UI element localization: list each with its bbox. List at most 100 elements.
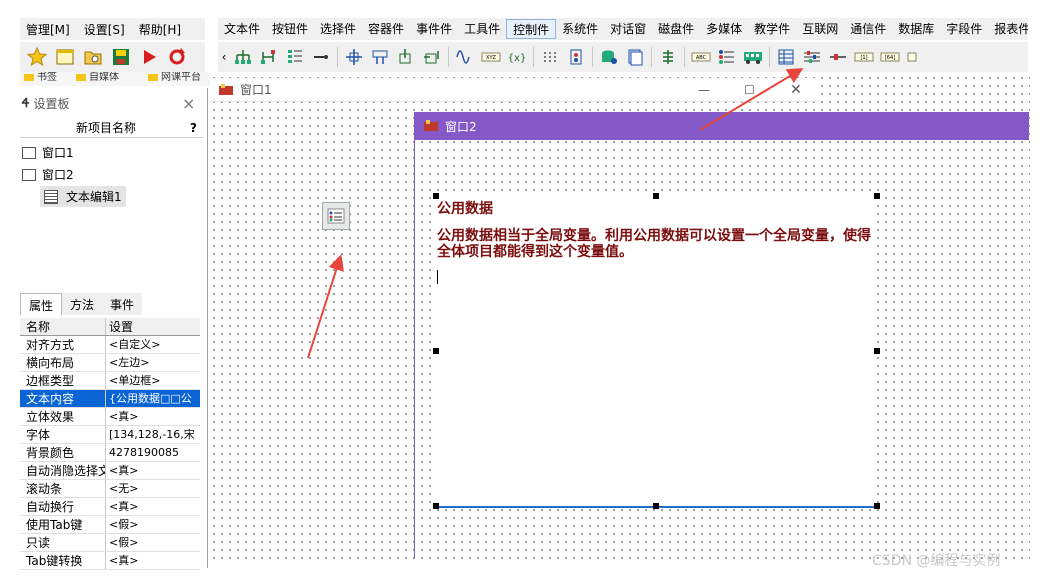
slider-set-icon[interactable] xyxy=(799,45,825,69)
node-loop-icon[interactable] xyxy=(419,45,445,69)
tree-icon[interactable] xyxy=(655,45,681,69)
menu-item[interactable]: 对话窗 xyxy=(604,19,652,39)
cross-node-icon[interactable] xyxy=(341,45,367,69)
property-row[interactable]: 使用Tab键 <假> xyxy=(20,516,200,534)
wave-icon[interactable] xyxy=(452,45,478,69)
property-value[interactable]: <真> xyxy=(106,462,200,479)
property-value[interactable]: [134,128,-16,宋 xyxy=(106,426,200,443)
register-icon[interactable] xyxy=(563,45,589,69)
node-down-icon[interactable] xyxy=(393,45,419,69)
resize-handle[interactable] xyxy=(433,193,439,199)
xyz-icon[interactable]: XYZ xyxy=(478,45,504,69)
abc-field-icon[interactable]: ABC xyxy=(688,45,714,69)
bookmark-item[interactable]: 网课平台 xyxy=(148,72,201,83)
resize-handle[interactable] xyxy=(653,503,659,509)
document-stack-icon[interactable] xyxy=(622,45,648,69)
menu-item[interactable]: 互联网 xyxy=(796,19,844,39)
tab-events[interactable]: 事件 xyxy=(102,293,143,315)
resize-handle[interactable] xyxy=(874,503,880,509)
menu-item[interactable]: 数据库 xyxy=(892,19,940,39)
hierarchy-icon[interactable] xyxy=(230,45,256,69)
menu-item[interactable]: 通信件 xyxy=(844,19,892,39)
number-field-icon[interactable]: [64] xyxy=(877,45,903,69)
property-value[interactable]: <自定义> xyxy=(106,336,200,353)
property-row[interactable]: 只读 <假> xyxy=(20,534,200,552)
property-value[interactable]: <单边框> xyxy=(106,372,200,389)
property-row[interactable]: 边框类型 <单边框> xyxy=(20,372,200,390)
list-icon[interactable] xyxy=(282,45,308,69)
window-icon[interactable] xyxy=(54,46,76,68)
split-node-icon[interactable] xyxy=(367,45,393,69)
tab-methods[interactable]: 方法 xyxy=(62,293,103,315)
table-icon[interactable] xyxy=(773,45,799,69)
minimize-icon[interactable]: — xyxy=(698,83,710,97)
more-icon[interactable] xyxy=(903,45,929,69)
bus-icon[interactable] xyxy=(740,45,766,69)
menu-item[interactable]: 多媒体 xyxy=(700,19,748,39)
run-icon[interactable] xyxy=(138,46,160,68)
property-value[interactable]: <真> xyxy=(106,552,200,569)
tree-item-window2[interactable]: 窗口2 xyxy=(22,166,74,183)
menu-help[interactable]: 帮助[H] xyxy=(139,21,181,38)
bookmark-item[interactable]: 自媒体 xyxy=(76,72,119,83)
property-row[interactable]: 滚动条 <无> xyxy=(20,480,200,498)
property-row[interactable]: Tab键转换 <真> xyxy=(20,552,200,570)
text-editor[interactable]: 公用数据 公用数据相当于全局变量。利用公用数据可以设置一个全局变量，使得全体项目… xyxy=(435,196,877,508)
tree-item-text-edit[interactable]: 文本编辑1 xyxy=(40,186,126,207)
menu-settings[interactable]: 设置[S] xyxy=(84,21,125,38)
property-row[interactable]: 背景颜色 4278190085 xyxy=(20,444,200,462)
window2-titlebar[interactable]: 窗口2 xyxy=(415,112,1029,140)
window2[interactable]: 窗口2 公用数据 公用数据相当于全局变量。利用公用数据可以设置一个全局变量，使得… xyxy=(414,112,1029,558)
resize-handle[interactable] xyxy=(433,348,439,354)
help-icon[interactable]: ? xyxy=(190,121,197,135)
close-icon[interactable]: ✕ xyxy=(790,82,802,98)
property-row[interactable]: 自动消隐选择文 <真> xyxy=(20,462,200,480)
tab-properties[interactable]: 属性 xyxy=(20,293,63,315)
property-value[interactable]: 4278190085 xyxy=(106,444,200,461)
key-icon[interactable] xyxy=(308,45,334,69)
property-row[interactable]: 对齐方式 <自定义> xyxy=(20,336,200,354)
property-value[interactable]: <真> xyxy=(106,498,200,515)
tree-item-window1[interactable]: 窗口1 xyxy=(22,144,74,161)
menu-item[interactable]: 容器件 xyxy=(362,19,410,39)
public-data-icon[interactable] xyxy=(714,45,740,69)
property-row[interactable]: 字体 [134,128,-16,宋 xyxy=(20,426,200,444)
property-row[interactable]: 自动换行 <真> xyxy=(20,498,200,516)
property-value[interactable]: <左边> xyxy=(106,354,200,371)
star-icon[interactable] xyxy=(26,46,48,68)
public-data-component-icon[interactable] xyxy=(322,202,350,230)
property-row[interactable]: 横向布局 <左边> xyxy=(20,354,200,372)
counter-icon[interactable]: [1] xyxy=(851,45,877,69)
menu-item[interactable]: 字段件 xyxy=(940,19,988,39)
variable-braces-icon[interactable]: {x} xyxy=(504,45,530,69)
property-value[interactable]: <假> xyxy=(106,516,200,533)
property-row[interactable]: 文本内容 {公用数据□□公 xyxy=(20,390,200,408)
property-row[interactable]: 立体效果 <真> xyxy=(20,408,200,426)
property-value[interactable]: <无> xyxy=(106,480,200,497)
menu-item[interactable]: 选择件 xyxy=(314,19,362,39)
menu-item[interactable]: 工具件 xyxy=(458,19,506,39)
property-value[interactable]: <假> xyxy=(106,534,200,551)
database-icon[interactable] xyxy=(596,45,622,69)
menu-item[interactable]: 控制件 xyxy=(506,19,557,39)
resize-handle[interactable] xyxy=(874,193,880,199)
refresh-icon[interactable] xyxy=(166,46,188,68)
menu-item[interactable]: 报表件 xyxy=(988,19,1028,39)
property-value[interactable]: <真> xyxy=(106,408,200,425)
menu-item[interactable]: 文本件 xyxy=(218,19,266,39)
close-icon[interactable]: × xyxy=(182,94,195,113)
scroll-left-icon[interactable]: ‹ xyxy=(218,45,230,69)
maximize-icon[interactable]: ☐ xyxy=(744,83,755,97)
property-value[interactable]: {公用数据□□公 xyxy=(106,390,200,407)
timeline-icon[interactable] xyxy=(825,45,851,69)
menu-item[interactable]: 教学件 xyxy=(748,19,796,39)
branch-icon[interactable] xyxy=(256,45,282,69)
window1-titlebar[interactable]: 窗口1 — ☐ ✕ xyxy=(210,78,820,102)
menu-item[interactable]: 系统件 xyxy=(556,19,604,39)
menu-item[interactable]: 事件件 xyxy=(410,19,458,39)
resize-handle[interactable] xyxy=(653,193,659,199)
resize-handle[interactable] xyxy=(433,503,439,509)
menu-item[interactable]: 磁盘件 xyxy=(652,19,700,39)
save-icon[interactable] xyxy=(110,46,132,68)
menu-manage[interactable]: 管理[M] xyxy=(26,21,70,38)
